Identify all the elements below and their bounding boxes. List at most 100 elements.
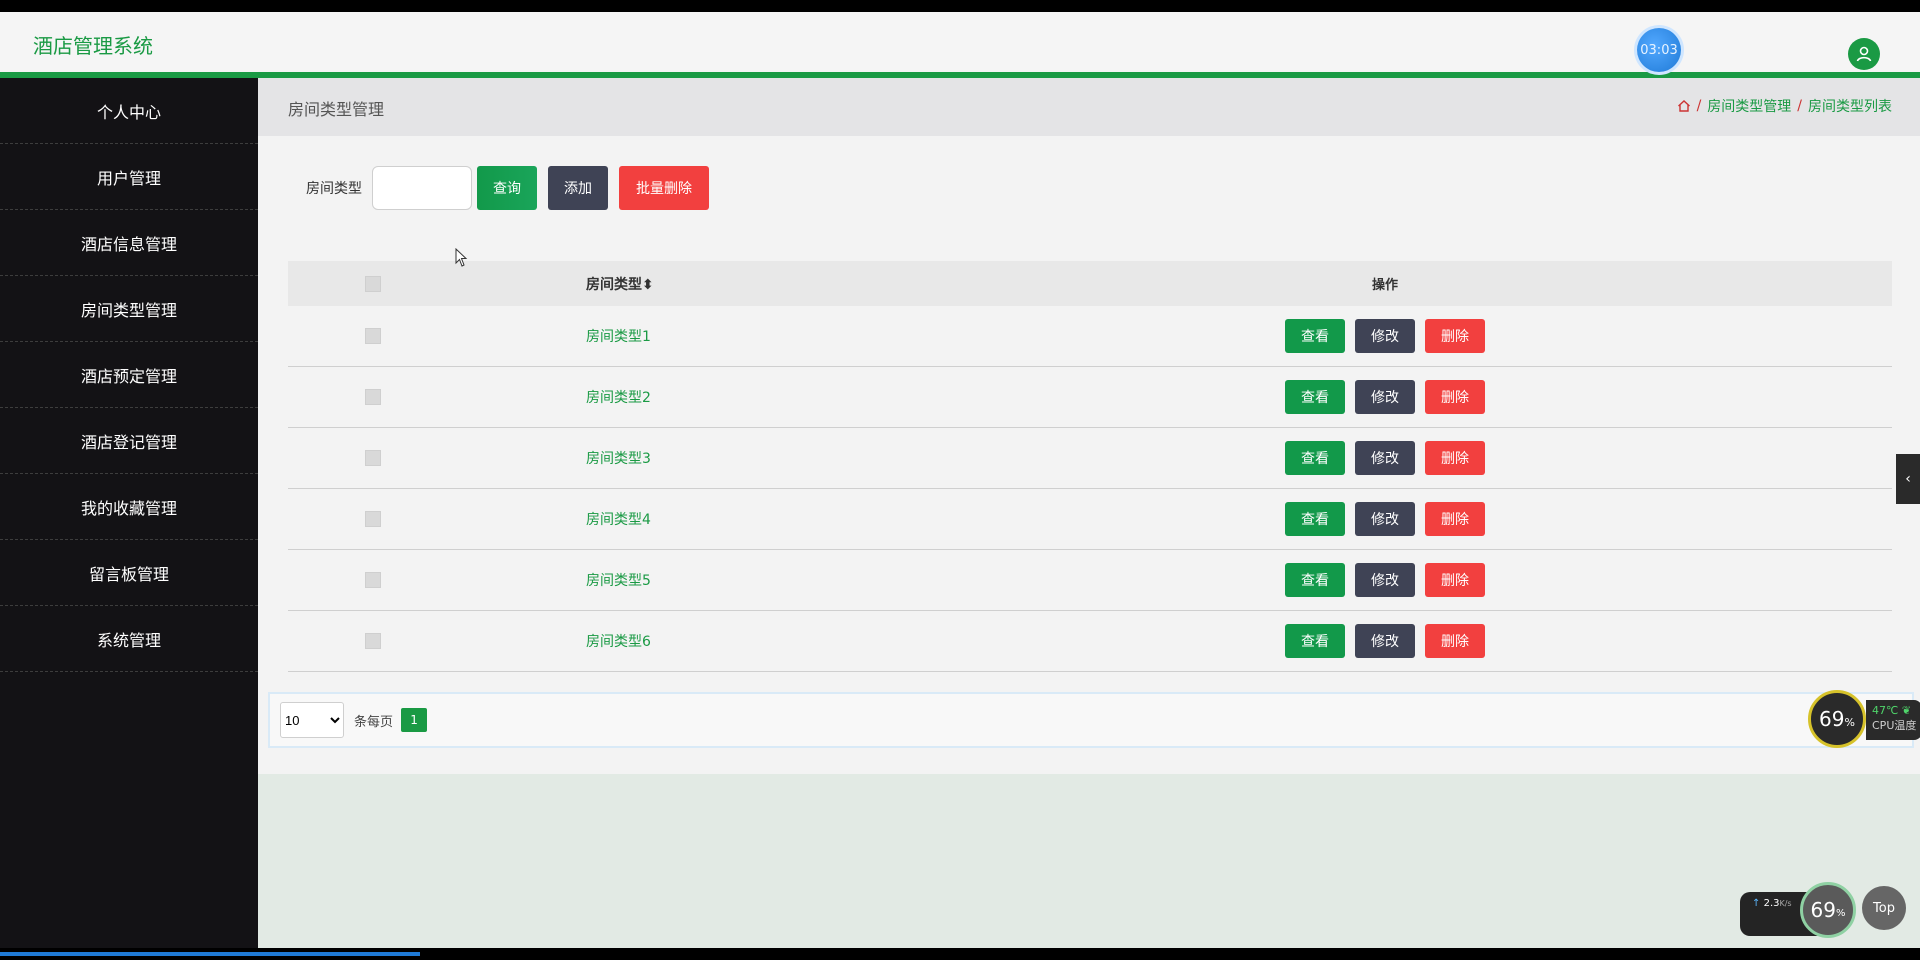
batch-delete-button[interactable]: 批量删除 — [619, 166, 709, 210]
sort-icon[interactable]: ⬍ — [642, 277, 654, 293]
edit-button[interactable]: 修改 — [1355, 380, 1415, 414]
room-type-table: 房间类型⬍ 操作 房间类型1 查看 修改 删除 房间类型2 查看 修改 删除 房… — [288, 261, 1892, 672]
delete-button[interactable]: 删除 — [1425, 319, 1485, 353]
breadcrumb-item[interactable]: 房间类型列表 — [1808, 96, 1892, 116]
sidebar-item-reservations[interactable]: 酒店预定管理 — [0, 342, 258, 408]
cpu-usage-gauge: 69% — [1808, 690, 1866, 748]
sidebar-item-check-in[interactable]: 酒店登记管理 — [0, 408, 258, 474]
chevron-left-icon: ‹ — [1905, 471, 1911, 487]
app-title: 酒店管理系统 — [33, 34, 153, 58]
view-button[interactable]: 查看 — [1285, 624, 1345, 658]
row-checkbox[interactable] — [365, 389, 381, 405]
delete-button[interactable]: 删除 — [1425, 380, 1485, 414]
table-row: 房间类型2 查看 修改 删除 — [288, 367, 1892, 428]
page-number-button[interactable]: 1 — [401, 708, 428, 732]
view-button[interactable]: 查看 — [1285, 563, 1345, 597]
edit-button[interactable]: 修改 — [1355, 441, 1415, 475]
sidebar-item-label: 个人中心 — [96, 102, 161, 122]
sidebar-item-label: 酒店信息管理 — [80, 234, 177, 254]
table-header: 房间类型⬍ 操作 — [288, 261, 1892, 306]
edit-button[interactable]: 修改 — [1355, 319, 1415, 353]
room-type-link[interactable]: 房间类型4 — [586, 512, 651, 528]
sidebar-item-label: 酒店预定管理 — [80, 366, 177, 386]
cpu-monitor-widget[interactable]: 69% 47℃ ❦ CPU温度 — [1808, 690, 1920, 750]
sidebar-item-label: 我的收藏管理 — [80, 498, 177, 518]
sidebar-item-label: 留言板管理 — [88, 564, 169, 584]
cpu-temp-label: CPU温度 — [1872, 719, 1917, 732]
room-type-search-input[interactable] — [372, 166, 472, 210]
sidebar-item-label: 用户管理 — [96, 168, 161, 188]
sidebar-item-message-board[interactable]: 留言板管理 — [0, 540, 258, 606]
sidebar-item-user-management[interactable]: 用户管理 — [0, 144, 258, 210]
page-size-select[interactable]: 10 — [280, 702, 344, 738]
search-toolbar: 房间类型 查询 添加 批量删除 — [306, 166, 720, 210]
home-icon[interactable] — [1677, 99, 1691, 113]
view-button[interactable]: 查看 — [1285, 502, 1345, 536]
pagination-bar: 10 条每页 1 — [268, 692, 1914, 748]
per-page-label: 条每页 — [354, 714, 394, 730]
mouse-cursor-icon — [455, 248, 468, 267]
sidebar-item-personal-center[interactable]: 个人中心 — [0, 78, 258, 144]
room-type-link[interactable]: 房间类型2 — [586, 390, 651, 406]
delete-button[interactable]: 删除 — [1425, 563, 1485, 597]
back-to-top-button[interactable]: Top — [1862, 886, 1906, 930]
row-checkbox[interactable] — [365, 511, 381, 527]
breadcrumb-item[interactable]: 房间类型管理 — [1707, 96, 1791, 116]
collapse-panel-toggle[interactable]: ‹ — [1896, 454, 1920, 504]
search-label: 房间类型 — [306, 181, 362, 197]
page-title: 房间类型管理 — [288, 100, 385, 119]
column-header-room-type[interactable]: 房间类型⬍ — [458, 274, 878, 294]
edit-button[interactable]: 修改 — [1355, 563, 1415, 597]
row-checkbox[interactable] — [365, 572, 381, 588]
breadcrumb-separator: / — [1696, 98, 1702, 114]
user-icon — [1856, 46, 1872, 62]
row-checkbox[interactable] — [365, 328, 381, 344]
delete-button[interactable]: 删除 — [1425, 441, 1485, 475]
room-type-link[interactable]: 房间类型3 — [586, 451, 651, 467]
view-button[interactable]: 查看 — [1285, 380, 1345, 414]
row-checkbox[interactable] — [365, 633, 381, 649]
room-type-link[interactable]: 房间类型1 — [586, 329, 651, 345]
delete-button[interactable]: 删除 — [1425, 502, 1485, 536]
clock-badge: 03:03 — [1637, 28, 1681, 72]
table-row: 房间类型6 查看 修改 删除 — [288, 611, 1892, 672]
table-row: 房间类型1 查看 修改 删除 — [288, 306, 1892, 367]
edit-button[interactable]: 修改 — [1355, 502, 1415, 536]
sidebar-item-hotel-info[interactable]: 酒店信息管理 — [0, 210, 258, 276]
breadcrumb-separator: / — [1797, 98, 1802, 114]
leaf-icon: ❦ — [1901, 704, 1912, 717]
search-button[interactable]: 查询 — [477, 166, 537, 210]
taskbar-progress-strip — [0, 952, 420, 956]
sidebar-item-label: 房间类型管理 — [80, 300, 177, 320]
add-button[interactable]: 添加 — [548, 166, 608, 210]
sidebar-item-label: 酒店登记管理 — [80, 432, 177, 452]
upload-arrow-icon: ↑ — [1752, 898, 1761, 909]
view-button[interactable]: 查看 — [1285, 319, 1345, 353]
view-button[interactable]: 查看 — [1285, 441, 1345, 475]
table-row: 房间类型4 查看 修改 删除 — [288, 489, 1892, 550]
edit-button[interactable]: 修改 — [1355, 624, 1415, 658]
sidebar: 个人中心 用户管理 酒店信息管理 房间类型管理 酒店预定管理 酒店登记管理 我的… — [0, 78, 258, 948]
cpu-temp-panel: 47℃ ❦ CPU温度 — [1866, 700, 1920, 740]
top-header: 酒店管理系统 03:03 — [0, 12, 1920, 78]
breadcrumb: / 房间类型管理 / 房间类型列表 — [1677, 96, 1892, 116]
sidebar-item-label: 系统管理 — [96, 630, 161, 650]
sidebar-item-room-types[interactable]: 房间类型管理 — [0, 276, 258, 342]
table-row: 房间类型5 查看 修改 删除 — [288, 550, 1892, 611]
cpu-temp-value: 47℃ — [1872, 704, 1899, 717]
delete-button[interactable]: 删除 — [1425, 624, 1485, 658]
column-header-actions: 操作 — [1371, 278, 1398, 293]
sidebar-item-favorites[interactable]: 我的收藏管理 — [0, 474, 258, 540]
table-row: 房间类型3 查看 修改 删除 — [288, 428, 1892, 489]
room-type-link[interactable]: 房间类型5 — [586, 573, 651, 589]
app-frame: 酒店管理系统 03:03 个人中心 用户管理 酒店信息管理 房间类型管理 酒店预… — [0, 12, 1920, 948]
room-type-link[interactable]: 房间类型6 — [586, 634, 651, 650]
select-all-checkbox[interactable] — [365, 275, 381, 292]
upload-speed: 2.3 — [1763, 898, 1780, 909]
user-avatar-button[interactable] — [1848, 38, 1880, 70]
row-checkbox[interactable] — [365, 450, 381, 466]
main-content: 房间类型管理 / 房间类型管理 / 房间类型列表 房间类型 查询 添加 批量删除 — [258, 78, 1920, 774]
memory-usage-gauge[interactable]: 69% — [1800, 882, 1856, 938]
sidebar-item-system[interactable]: 系统管理 — [0, 606, 258, 672]
page-title-bar: 房间类型管理 / 房间类型管理 / 房间类型列表 — [258, 78, 1920, 136]
